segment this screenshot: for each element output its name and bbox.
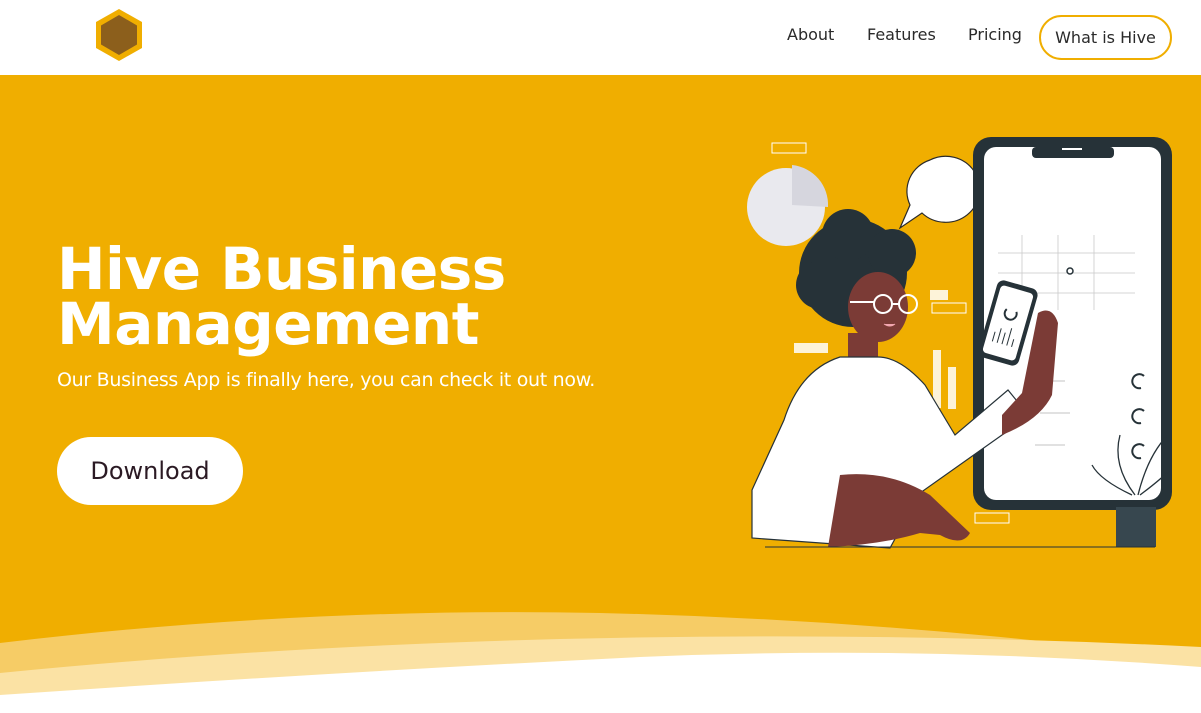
- what-is-hive-button[interactable]: What is Hive: [1039, 15, 1172, 60]
- decorative-waves: [0, 595, 1201, 713]
- download-button[interactable]: Download: [57, 437, 243, 505]
- nav-link-pricing[interactable]: Pricing: [968, 25, 1022, 44]
- hive-logo-icon[interactable]: [93, 7, 145, 63]
- hero-title: Hive Business Management: [57, 240, 677, 353]
- nav-link-features[interactable]: Features: [867, 25, 936, 44]
- woman-holding-phone-illustration: [740, 135, 1180, 575]
- hero-title-line2: Management: [57, 290, 479, 358]
- nav-link-about[interactable]: About: [787, 25, 834, 44]
- hero-subtitle: Our Business App is finally here, you ca…: [57, 369, 595, 391]
- navbar: About Features Pricing What is Hive: [0, 0, 1201, 75]
- hero-section: Hive Business Management Our Business Ap…: [0, 75, 1201, 713]
